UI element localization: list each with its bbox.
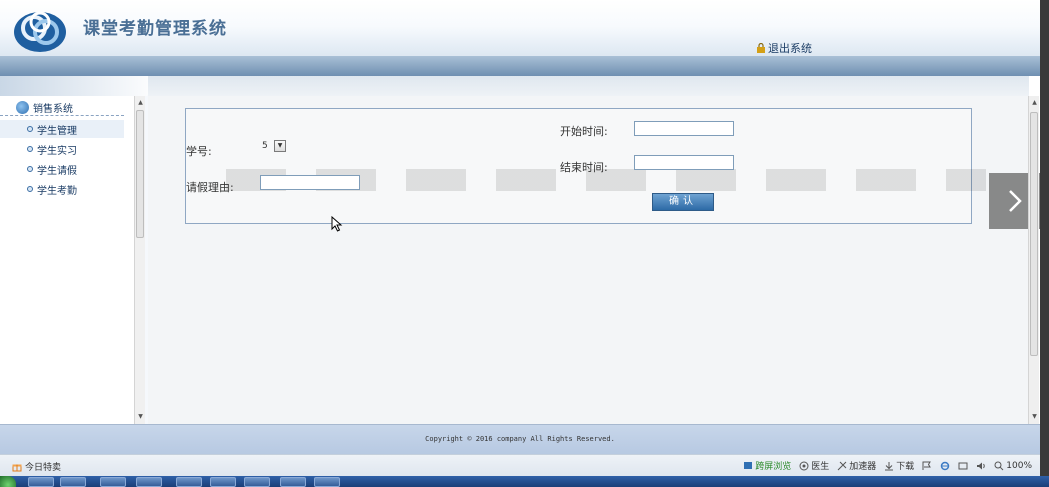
zoom-control[interactable]: 100% bbox=[994, 461, 1032, 471]
speaker-icon[interactable] bbox=[976, 461, 986, 471]
sidebar-item-label: 学生实习 bbox=[37, 145, 77, 157]
today-deals-label: 今日特卖 bbox=[25, 463, 62, 473]
student-id-label: 学号: bbox=[186, 145, 212, 158]
logout-icon bbox=[757, 43, 765, 53]
logout-label: 退出系统 bbox=[768, 42, 812, 55]
sidebar-nav: 销售系统 学生管理 学生实习 学生请假 学生考勤 bbox=[0, 96, 136, 424]
logout-link[interactable]: 退出系统 bbox=[756, 40, 812, 56]
taskbar-app[interactable] bbox=[136, 477, 162, 487]
bullet-icon bbox=[27, 126, 33, 132]
sidebar-item-label: 学生请假 bbox=[37, 165, 77, 177]
end-time-label: 结束时间: bbox=[560, 161, 608, 174]
start-time-input[interactable] bbox=[634, 121, 734, 136]
taskbar-app[interactable] bbox=[100, 477, 126, 487]
sidebar-item-label: 学生管理 bbox=[37, 125, 77, 137]
sidebar-item-label: 学生考勤 bbox=[37, 185, 77, 197]
status-tools: 跨屏浏览 医生 加速器 下载 100% bbox=[743, 459, 1032, 472]
app-logo bbox=[14, 11, 66, 52]
leave-form: 学号: 5 ▼ 请假理由: 开始时间: 结束时间: 确认 bbox=[185, 108, 986, 232]
bullet-icon bbox=[27, 186, 33, 192]
accelerator-button[interactable]: 加速器 bbox=[837, 459, 876, 472]
download-button[interactable]: 下载 bbox=[884, 459, 914, 472]
scroll-up-icon[interactable]: ▲ bbox=[1029, 98, 1040, 108]
main-content: 学号: 5 ▼ 请假理由: 开始时间: 结束时间: 确认 bbox=[148, 76, 1029, 424]
ie-icon[interactable] bbox=[940, 461, 950, 471]
sidebar-item-student-internship[interactable]: 学生实习 bbox=[0, 140, 124, 158]
gift-icon bbox=[12, 464, 22, 471]
browser-status-bar: 今日特卖 跨屏浏览 医生 加速器 下载 100% bbox=[0, 454, 1040, 476]
sidebar-item-student-management[interactable]: 学生管理 bbox=[0, 120, 124, 138]
sidebar-item-student-attendance[interactable]: 学生考勤 bbox=[0, 180, 124, 198]
header-strip bbox=[0, 56, 1040, 76]
status-item-label: 跨屏浏览 bbox=[755, 462, 792, 472]
accelerator-icon bbox=[837, 461, 847, 470]
scroll-thumb[interactable] bbox=[1030, 112, 1038, 356]
menu-icon bbox=[16, 101, 29, 114]
content-top-band bbox=[148, 76, 1029, 96]
reason-input[interactable] bbox=[260, 175, 360, 190]
start-time-label: 开始时间: bbox=[560, 125, 608, 138]
taskbar-app[interactable] bbox=[60, 477, 86, 487]
status-item-label: 加速器 bbox=[849, 462, 877, 472]
scroll-up-icon[interactable]: ▲ bbox=[135, 98, 146, 108]
taskbar-app[interactable] bbox=[280, 477, 306, 487]
doctor-icon bbox=[799, 461, 809, 470]
zoom-icon bbox=[994, 461, 1004, 470]
app-title: 课堂考勤管理系统 bbox=[83, 19, 227, 39]
cross-screen-button[interactable]: 跨屏浏览 bbox=[743, 459, 791, 472]
nav-section-header[interactable]: 销售系统 bbox=[0, 100, 124, 116]
taskbar-app[interactable] bbox=[244, 477, 270, 487]
sidebar-tab bbox=[0, 76, 160, 96]
window-edge bbox=[1040, 0, 1049, 487]
start-button[interactable] bbox=[0, 476, 16, 487]
student-id-select[interactable]: 5 ▼ bbox=[262, 139, 286, 153]
chevron-down-icon[interactable]: ▼ bbox=[274, 140, 286, 152]
reason-label: 请假理由: bbox=[186, 181, 234, 194]
sidebar-scrollbar[interactable]: ▲ ▼ bbox=[134, 96, 145, 424]
page-scrollbar[interactable]: ▲ ▼ bbox=[1028, 96, 1039, 424]
app-header: 课堂考勤管理系统 退出系统 bbox=[0, 0, 1040, 76]
taskbar-app[interactable] bbox=[176, 477, 202, 487]
today-deals-link[interactable]: 今日特卖 bbox=[12, 460, 61, 473]
flag-icon[interactable] bbox=[922, 461, 932, 471]
bullet-icon bbox=[27, 146, 33, 152]
mouse-cursor-icon bbox=[331, 216, 343, 232]
chevron-right-icon bbox=[1008, 190, 1022, 212]
scroll-down-icon[interactable]: ▼ bbox=[1029, 412, 1040, 422]
taskbar-app[interactable] bbox=[28, 477, 54, 487]
os-taskbar bbox=[0, 476, 1049, 487]
page-footer: Copyright © 2016 company All Rights Rese… bbox=[0, 424, 1040, 454]
taskbar-app[interactable] bbox=[210, 477, 236, 487]
status-item-label: 下载 bbox=[896, 462, 915, 472]
scroll-down-icon[interactable]: ▼ bbox=[135, 412, 146, 422]
status-item-label: 医生 bbox=[811, 462, 830, 472]
screen-icon bbox=[744, 461, 753, 469]
copyright-text: Copyright © 2016 company All Rights Rese… bbox=[425, 435, 615, 443]
doctor-button[interactable]: 医生 bbox=[799, 459, 829, 472]
sidebar-item-student-leave[interactable]: 学生请假 bbox=[0, 160, 124, 178]
zoom-level: 100% bbox=[1006, 460, 1032, 471]
bullet-icon bbox=[27, 166, 33, 172]
download-icon bbox=[885, 461, 894, 470]
confirm-button[interactable]: 确认 bbox=[652, 193, 714, 211]
scroll-thumb[interactable] bbox=[136, 110, 144, 238]
nav-section-title: 销售系统 bbox=[33, 104, 73, 115]
taskbar-app[interactable] bbox=[314, 477, 340, 487]
window-icon[interactable] bbox=[958, 461, 968, 471]
end-time-input[interactable] bbox=[634, 155, 734, 170]
student-id-value: 5 bbox=[262, 141, 268, 151]
